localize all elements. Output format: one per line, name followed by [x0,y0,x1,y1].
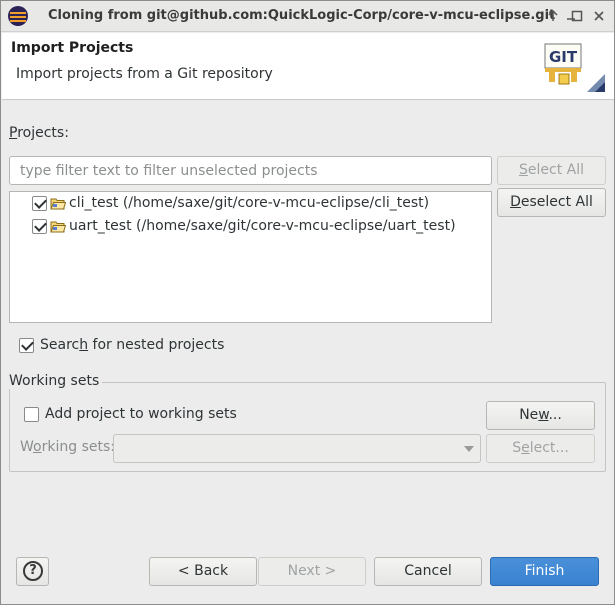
chevron-down-icon [464,446,474,452]
eclipse-icon [8,6,28,26]
next-button[interactable]: Next > [258,557,366,586]
help-icon: ? [23,561,43,581]
project-folder-icon [50,197,67,210]
filter-input[interactable] [9,156,492,185]
maximize-icon[interactable] [570,9,584,23]
nested-projects-checkbox[interactable] [19,337,34,353]
working-sets-title: Working sets [9,373,103,389]
select-all-button[interactable]: Select All [497,156,606,185]
select-working-set-button[interactable]: Select... [486,434,595,463]
wizard-header: Import Projects Import projects from a G… [2,33,614,100]
working-sets-dropdown[interactable] [113,434,481,463]
close-icon[interactable] [592,9,606,23]
git-logo-icon: GIT [543,42,607,94]
project-label: uart_test (/home/saxe/git/core-v-mcu-ecl… [69,218,456,234]
project-checkbox[interactable] [32,195,47,211]
page-title: Import Projects [11,40,134,56]
nested-projects-option[interactable]: Search for nested projects [19,337,224,353]
title-bar[interactable]: Cloning from git@github.com:QuickLogic-C… [1,1,614,32]
page-description: Import projects from a Git repository [16,66,273,82]
window-title: Cloning from git@github.com:QuickLogic-C… [48,8,556,23]
working-sets-label: Working sets: [20,439,115,455]
list-item[interactable]: cli_test (/home/saxe/git/core-v-mcu-ecli… [32,193,429,213]
add-to-working-sets-option[interactable]: Add project to working sets [24,406,237,422]
projects-label: Projects: [9,125,69,141]
add-to-working-sets-label: Add project to working sets [45,406,237,422]
list-item[interactable]: uart_test (/home/saxe/git/core-v-mcu-ecl… [32,216,456,236]
add-to-working-sets-checkbox[interactable] [24,406,39,422]
git-logo-text: GIT [549,48,578,66]
import-dialog: Cloning from git@github.com:QuickLogic-C… [0,0,615,605]
move-up-icon[interactable] [546,9,560,23]
projects-list[interactable]: cli_test (/home/saxe/git/core-v-mcu-ecli… [9,191,492,323]
project-label: cli_test (/home/saxe/git/core-v-mcu-ecli… [69,195,430,211]
deselect-all-button[interactable]: Deselect All [497,188,606,217]
finish-button[interactable]: Finish [490,557,599,586]
new-working-set-button[interactable]: New... [486,401,595,430]
help-button[interactable]: ? [16,557,49,586]
nested-projects-label: Search for nested projects [40,337,225,353]
back-button[interactable]: < Back [149,557,257,586]
project-checkbox[interactable] [32,218,47,234]
cancel-button[interactable]: Cancel [374,557,482,586]
project-folder-icon [50,220,67,233]
